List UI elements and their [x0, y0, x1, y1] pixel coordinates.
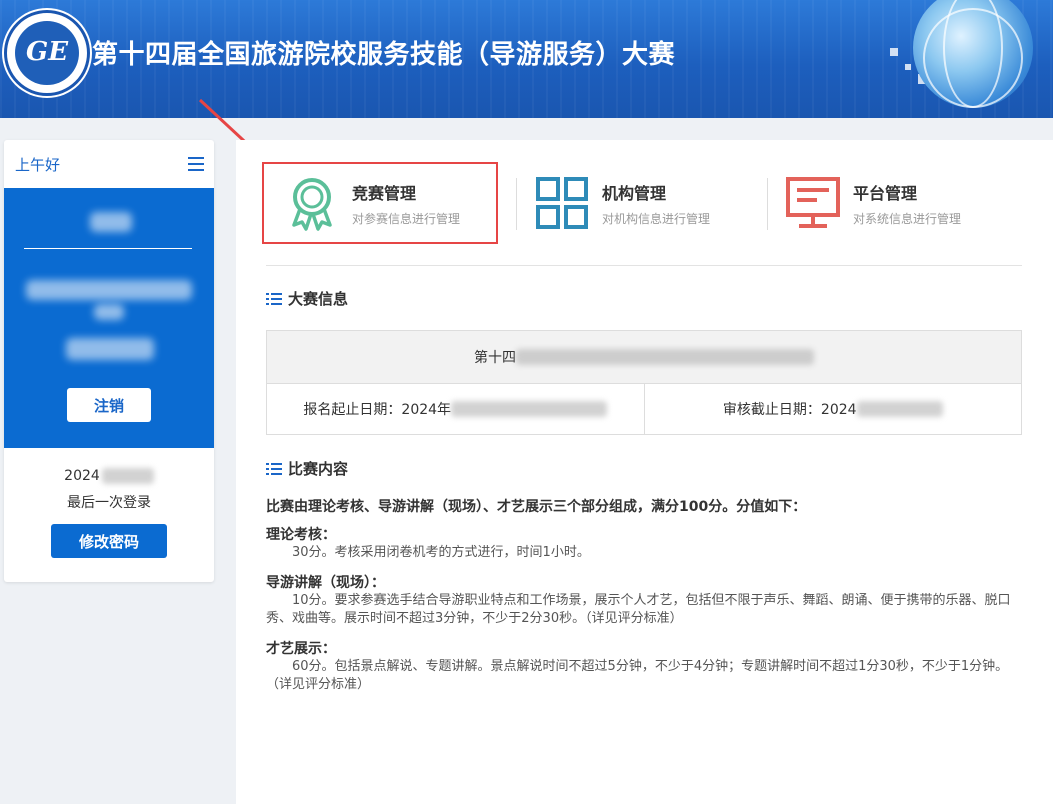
section-text: 10分。要求参赛选手结合导游职业特点和工作场景，展示个人才艺，包括但不限于声乐、… — [266, 593, 1011, 626]
logo-mark: GE — [25, 37, 69, 67]
redacted-contest-name — [516, 349, 814, 365]
redacted-username — [26, 280, 192, 300]
section-text: 60分。包括景点解说、专题讲解。景点解说时间不超过5分钟，不少于4分钟；专题讲解… — [266, 659, 1009, 692]
redacted-date — [101, 468, 154, 484]
main-content: 竞赛管理 对参赛信息进行管理 机构管理 对机构信息进行管理 平台管理 对系统信息… — [236, 140, 1053, 804]
grid-icon — [534, 175, 590, 231]
decoration-pixel — [890, 48, 898, 56]
monitor-icon — [785, 175, 841, 231]
greeting-bar: 上午好 — [4, 140, 214, 188]
change-password-button[interactable]: 修改密码 — [51, 524, 167, 558]
redacted-role — [66, 338, 154, 360]
card-platform-management[interactable]: 平台管理 对系统信息进行管理 — [765, 162, 1001, 244]
award-icon — [284, 175, 340, 231]
contest-content-heading: 比赛内容 — [266, 458, 348, 479]
card-organization-management[interactable]: 机构管理 对机构信息进行管理 — [514, 162, 750, 244]
last-login-date: 2024 — [64, 468, 100, 484]
card-title: 竞赛管理 — [352, 183, 417, 203]
hamburger-menu-icon[interactable] — [188, 157, 204, 171]
card-subtitle: 对参赛信息进行管理 — [352, 211, 461, 226]
card-title: 机构管理 — [602, 183, 667, 203]
greeting-text: 上午好 — [15, 155, 61, 174]
redacted-username-2 — [94, 304, 124, 320]
contest-info-heading: 大赛信息 — [266, 288, 348, 309]
heading-text: 大赛信息 — [288, 290, 349, 308]
heading-text: 比赛内容 — [288, 460, 349, 478]
signup-dates-label: 报名起止日期：2024年 — [303, 402, 452, 418]
contest-name-row: 第十四 — [267, 331, 1021, 384]
redacted-review-date — [856, 401, 943, 417]
content-intro: 比赛由理论考核、导游讲解（现场）、才艺展示三个部分组成，满分100分。分值如下： — [266, 499, 807, 515]
sidebar: 上午好 注销 2024 最后一次登录 修改密码 — [4, 140, 214, 582]
contest-dates-row: 报名起止日期：2024年 审核截止日期：2024 — [267, 384, 1021, 434]
section-text: 30分。考核采用闭卷机考的方式进行，时间1小时。 — [292, 545, 590, 560]
review-deadline-label: 审核截止日期：2024 — [722, 402, 857, 418]
last-login-info: 2024 最后一次登录 — [4, 448, 214, 512]
card-title: 平台管理 — [853, 183, 918, 203]
logo: GE — [4, 10, 90, 96]
card-subtitle: 对系统信息进行管理 — [853, 211, 962, 226]
card-competition-management[interactable]: 竞赛管理 对参赛信息进行管理 — [262, 162, 498, 244]
list-icon — [266, 292, 282, 305]
review-deadline-cell: 审核截止日期：2024 — [643, 384, 1022, 434]
last-login-label: 最后一次登录 — [67, 495, 151, 511]
logout-button[interactable]: 注销 — [67, 388, 151, 422]
app-header: GE 第十四届全国旅游院校服务技能（导游服务）大赛 — [0, 0, 1053, 118]
module-cards: 竞赛管理 对参赛信息进行管理 机构管理 对机构信息进行管理 平台管理 对系统信息… — [262, 162, 1022, 244]
decoration-pixel — [905, 64, 911, 70]
section-title: 才艺展示： — [266, 641, 336, 657]
section-title: 导游讲解（现场）： — [266, 575, 385, 591]
section-title: 理论考核： — [266, 527, 336, 543]
profile-divider — [24, 248, 192, 249]
contest-name: 第十四 — [474, 350, 516, 366]
page-title: 第十四届全国旅游院校服务技能（导游服务）大赛 — [92, 40, 676, 70]
user-profile-panel: 注销 — [4, 188, 214, 448]
contest-content-body: 比赛由理论考核、导游讲解（现场）、才艺展示三个部分组成，满分100分。分值如下：… — [266, 496, 1026, 694]
redacted-signup-dates — [451, 401, 608, 417]
signup-dates-cell: 报名起止日期：2024年 — [267, 384, 644, 434]
section-divider — [266, 265, 1022, 266]
redacted-avatar — [90, 212, 132, 232]
card-subtitle: 对机构信息进行管理 — [602, 211, 711, 226]
list-icon — [266, 462, 282, 475]
contest-info-table: 第十四 报名起止日期：2024年 审核截止日期：2024 — [266, 330, 1022, 435]
